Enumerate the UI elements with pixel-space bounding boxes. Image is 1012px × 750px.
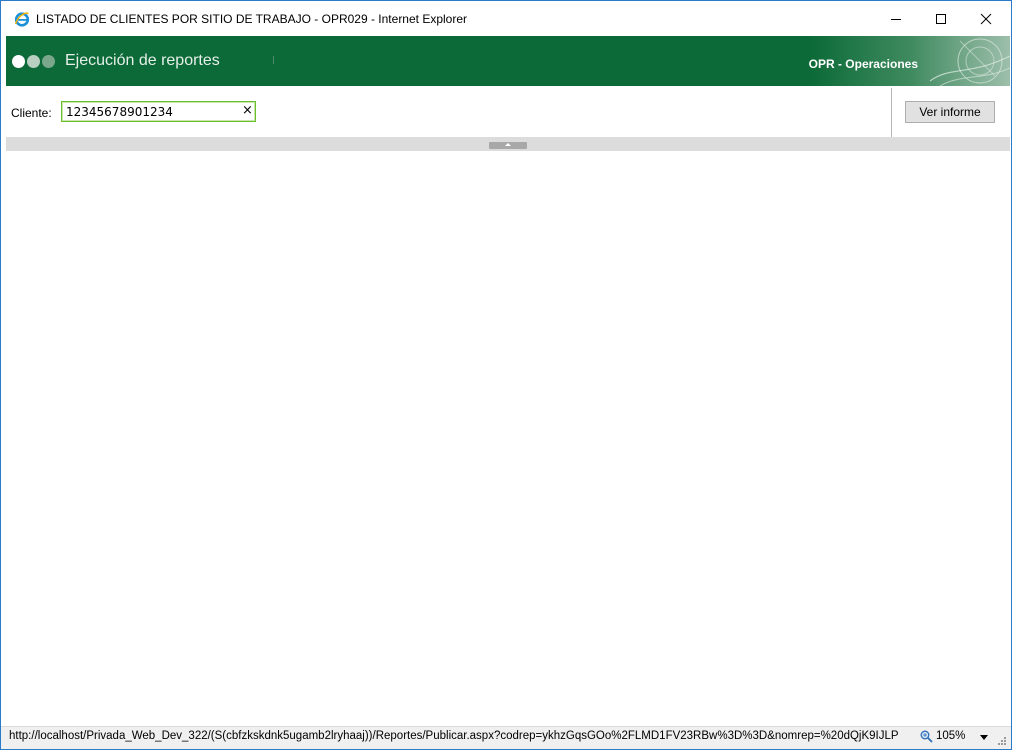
dot-icon [42, 55, 55, 68]
minimize-button[interactable] [873, 1, 919, 36]
minimize-icon [891, 18, 901, 20]
zoom-magnifier-icon[interactable] [920, 730, 933, 743]
browser-window: LISTADO DE CLIENTES POR SITIO DE TRABAJO… [0, 0, 1012, 750]
banner-title: Ejecución de reportes [65, 52, 220, 69]
close-icon [980, 13, 992, 24]
module-label: OPR - Operaciones [808, 57, 918, 71]
parameters-panel: Cliente: × Ver informe [6, 86, 1010, 137]
resize-grip-icon[interactable] [997, 736, 1007, 746]
cliente-label: Cliente: [11, 106, 52, 120]
collapse-bar [6, 137, 1010, 151]
zoom-level[interactable]: 105% [936, 730, 965, 742]
clear-input-icon[interactable]: × [242, 103, 253, 119]
cliente-input[interactable] [61, 101, 256, 122]
ver-informe-button[interactable]: Ver informe [905, 101, 995, 123]
report-viewer-area [6, 151, 1010, 726]
maximize-icon [936, 13, 946, 24]
title-bar[interactable]: LISTADO DE CLIENTES POR SITIO DE TRABAJO… [1, 1, 1011, 36]
zoom-dropdown-icon[interactable] [980, 735, 988, 740]
status-url: http://localhost/Privada_Web_Dev_322/(S(… [9, 730, 899, 742]
header-banner: Ejecución de reportes OPR - Operaciones [6, 36, 1010, 86]
collapse-parameters-handle[interactable] [489, 142, 527, 149]
panel-divider [891, 88, 892, 137]
close-button[interactable] [963, 1, 1009, 36]
status-bar: http://localhost/Privada_Web_Dev_322/(S(… [1, 726, 1011, 749]
dot-icon [27, 55, 40, 68]
banner-divider [273, 56, 274, 64]
internet-explorer-icon [14, 12, 30, 27]
banner-dots [12, 55, 55, 69]
window-title: LISTADO DE CLIENTES POR SITIO DE TRABAJO… [36, 12, 468, 26]
maximize-button[interactable] [918, 1, 964, 36]
page-content: Ejecución de reportes OPR - Operaciones [6, 36, 1010, 726]
dot-icon [12, 55, 25, 68]
